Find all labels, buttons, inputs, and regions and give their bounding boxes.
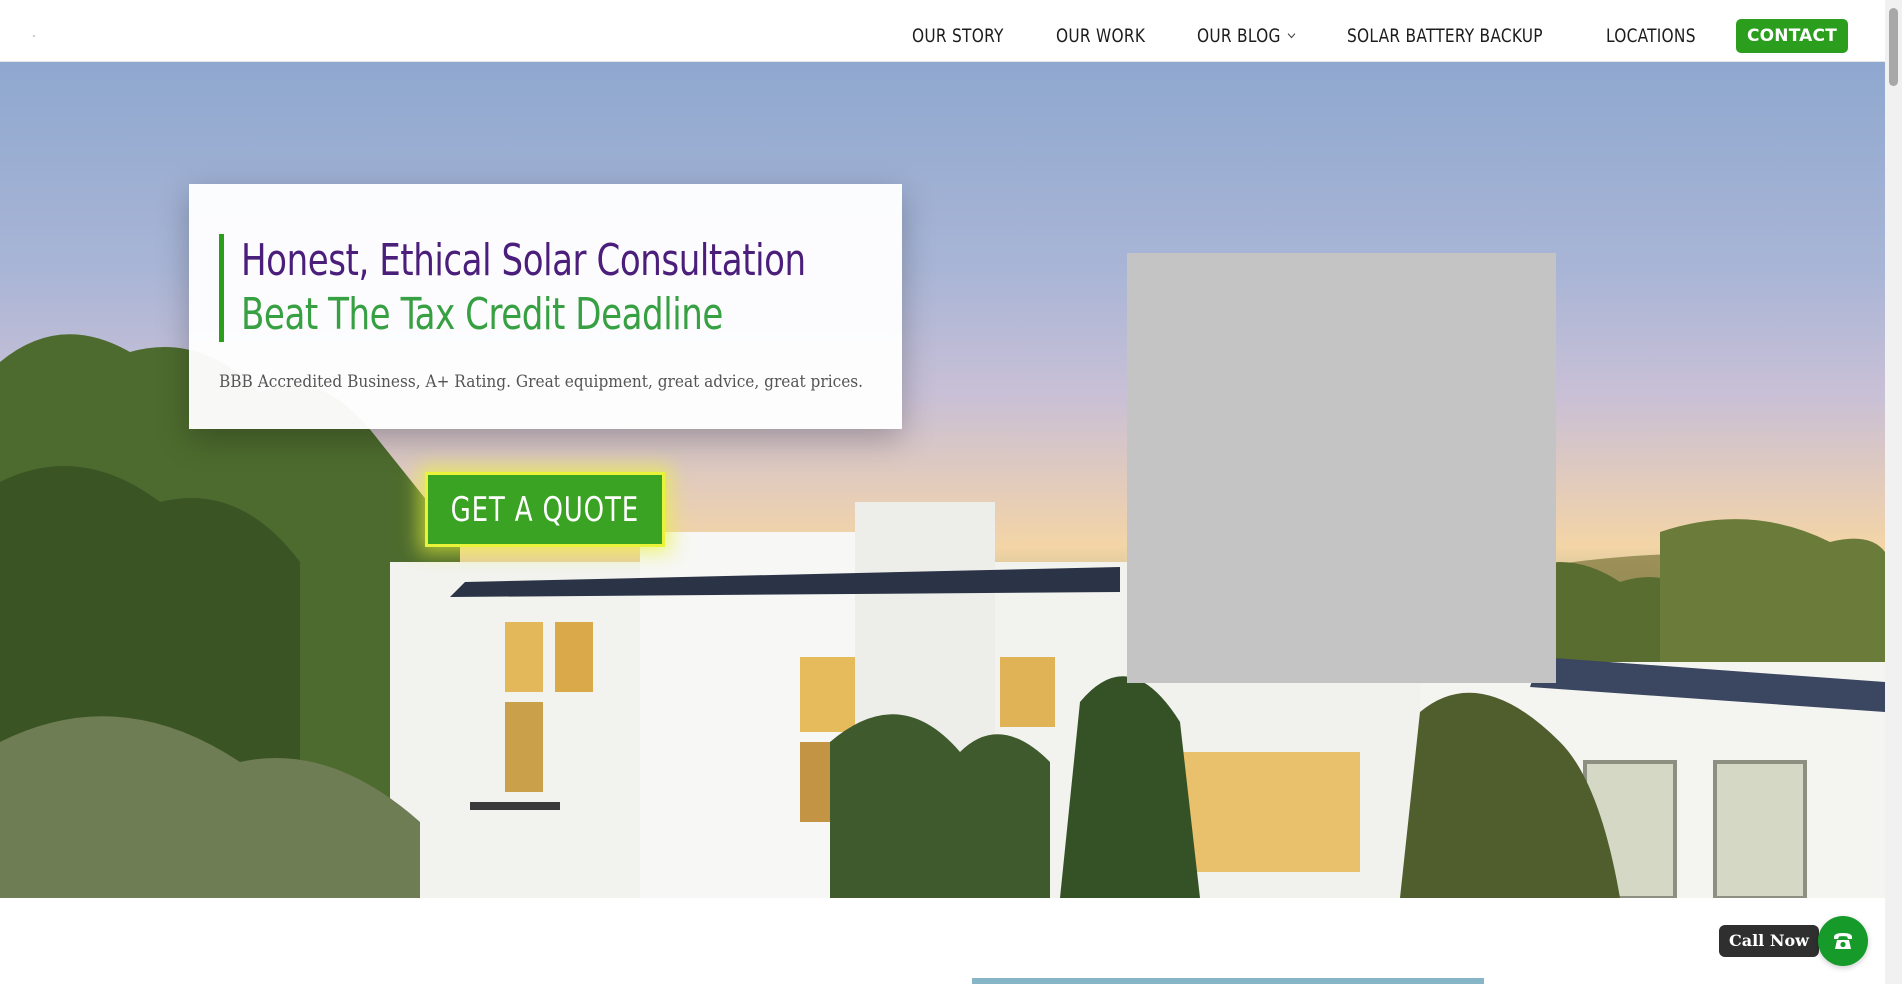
chevron-down-icon: [1287, 29, 1295, 39]
hero-title-line2: Beat The Tax Credit Deadline: [241, 289, 723, 340]
get-a-quote-button[interactable]: GET A QUOTE: [425, 472, 665, 547]
scrollbar-thumb[interactable]: [1889, 8, 1898, 86]
hero-title-line1: Honest, Ethical Solar Consultation: [241, 235, 806, 286]
get-a-quote-label: GET A QUOTE: [450, 489, 640, 530]
hero-title-block: Honest, Ethical Solar Consultation Beat …: [219, 234, 898, 342]
nav-solar-battery-backup[interactable]: SOLAR BATTERY BACKUP: [1347, 25, 1543, 47]
phone-icon: [1834, 933, 1852, 949]
hero-section: Honest, Ethical Solar Consultation Beat …: [0, 62, 1885, 898]
nav-locations-label: LOCATIONS: [1606, 25, 1696, 47]
main-nav: OUR STORY OUR WORK OUR BLOG SOLAR BATTER…: [912, 19, 1848, 53]
call-now-label[interactable]: Call Now: [1719, 925, 1819, 957]
nav-our-work[interactable]: OUR WORK: [1056, 25, 1145, 47]
contact-button[interactable]: CONTACT: [1735, 19, 1848, 53]
nav-solar-battery-backup-label: SOLAR BATTERY BACKUP: [1346, 25, 1543, 47]
page-scrollbar[interactable]: [1885, 0, 1902, 984]
nav-locations[interactable]: LOCATIONS: [1606, 25, 1696, 47]
media-placeholder: [1127, 253, 1556, 683]
nav-our-blog[interactable]: OUR BLOG: [1196, 25, 1295, 47]
hero-subtitle: BBB Accredited Business, A+ Rating. Grea…: [219, 372, 864, 391]
nav-our-work-label: OUR WORK: [1055, 25, 1145, 47]
site-header: OUR STORY OUR WORK OUR BLOG SOLAR BATTER…: [0, 0, 1885, 62]
hero-card: Honest, Ethical Solar Consultation Beat …: [189, 184, 902, 429]
site-logo[interactable]: [33, 35, 35, 37]
nav-our-blog-label: OUR BLOG: [1196, 25, 1281, 47]
nav-our-story[interactable]: OUR STORY: [912, 25, 1004, 47]
call-now-button[interactable]: [1818, 916, 1868, 966]
nav-our-story-label: OUR STORY: [911, 25, 1004, 47]
section-accent-bar: [972, 978, 1484, 984]
